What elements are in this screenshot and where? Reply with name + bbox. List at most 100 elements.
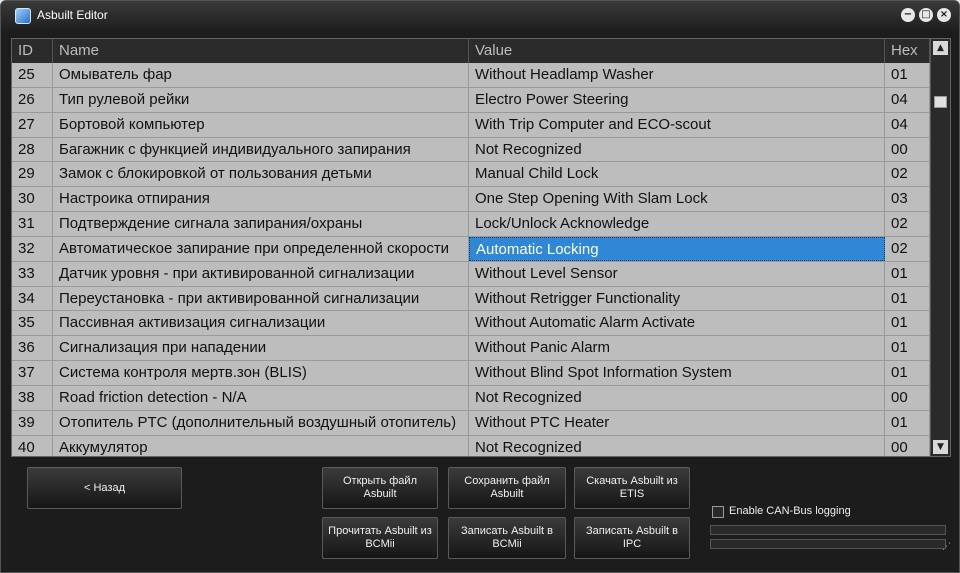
table-row[interactable]: 36 Сигнализация при нападении Without Pani… [12, 336, 930, 362]
scroll-thumb[interactable] [934, 96, 947, 108]
header-hex[interactable]: Hex [885, 39, 930, 63]
cell-hex[interactable]: 02 [885, 236, 930, 261]
cell-value[interactable]: Without Level Sensor [469, 261, 885, 286]
cell-value[interactable]: Without Retrigger Functionality [469, 286, 885, 311]
cell-id[interactable]: 26 [12, 87, 53, 112]
cell-id[interactable]: 27 [12, 112, 53, 137]
back-button[interactable]: < Назад [27, 467, 182, 509]
cell-name[interactable]: Багажник с функцией индивидуального запи… [53, 137, 469, 162]
header-value[interactable]: Value [469, 39, 885, 63]
cell-id[interactable]: 35 [12, 311, 53, 336]
cell-hex[interactable]: 00 [885, 385, 930, 410]
header-name[interactable]: Name [53, 39, 469, 63]
cell-value[interactable]: Not Recognized [469, 137, 885, 162]
cell-id[interactable]: 25 [12, 63, 53, 87]
minimize-icon[interactable]: − [901, 8, 915, 22]
cell-name[interactable]: Сигнализация при нападении [53, 336, 469, 361]
cell-value[interactable]: Without PTC Heater [469, 410, 885, 435]
cell-name[interactable]: Road friction detection - N/A [53, 385, 469, 410]
cell-id[interactable]: 40 [12, 435, 53, 456]
cell-value[interactable]: One Step Opening With Slam Lock [469, 187, 885, 212]
table-row[interactable]: 34 Переустановка - при активированной сиг… [12, 286, 930, 312]
cell-value[interactable]: Not Recognized [469, 435, 885, 456]
cell-value[interactable]: Electro Power Steering [469, 87, 885, 112]
read-bcmii-button[interactable]: Прочитать Asbuilt из BCMii [322, 517, 438, 559]
cell-id[interactable]: 34 [12, 286, 53, 311]
cell-id[interactable]: 38 [12, 385, 53, 410]
cell-hex[interactable]: 04 [885, 112, 930, 137]
cell-id[interactable]: 28 [12, 137, 53, 162]
cell-name[interactable]: Переустановка - при активированной сигна… [53, 286, 469, 311]
title-bar[interactable]: Asbuilt Editor − □ × [1, 1, 959, 31]
cell-name[interactable]: Настроика отпирания [53, 187, 469, 212]
table-row[interactable]: 39 Отопитель PTC (дополнительный воздушны… [12, 410, 930, 436]
cell-name[interactable]: Тип рулевой рейки [53, 87, 469, 112]
table-row[interactable]: 35 Пассивная активизация сигнализации With… [12, 311, 930, 337]
cell-value[interactable]: Manual Child Lock [469, 162, 885, 187]
cell-value[interactable]: Without Blind Spot Information System [469, 361, 885, 385]
cell-hex[interactable]: 01 [885, 311, 930, 336]
cell-name[interactable]: Датчик уровня - при активированной сигна… [53, 261, 469, 286]
cell-value[interactable]: Lock/Unlock Acknowledge [469, 212, 885, 236]
cell-hex[interactable]: 04 [885, 87, 930, 112]
download-etis-button[interactable]: Скачать Asbuilt из ETIS [574, 467, 690, 509]
resize-grip-icon[interactable]: ⋰ [942, 542, 951, 552]
table-row[interactable]: 30 Настроика отпирания One Step Opening Wi… [12, 187, 930, 213]
vertical-scrollbar[interactable]: ▲ ▼ [930, 39, 950, 456]
cell-name[interactable]: Пассивная активизация сигнализации [53, 311, 469, 336]
cell-name[interactable]: Отопитель PTC (дополнительный воздушный … [53, 410, 469, 435]
table-row[interactable]: 38 Road friction detection - N/A Not Recog… [12, 385, 930, 411]
cell-name[interactable]: Бортовой компьютер [53, 112, 469, 137]
table-row[interactable]: 29 Замок с блокировкой от пользования дет… [12, 162, 930, 188]
save-file-button[interactable]: Сохранить файл Asbuilt [448, 467, 566, 509]
cell-name[interactable]: Подтверждение сигнала запирания/охраны [53, 212, 469, 236]
table-row[interactable]: 26 Тип рулевой рейки Electro Power Steerin… [12, 87, 930, 113]
cell-hex[interactable]: 02 [885, 212, 930, 236]
cell-hex[interactable]: 01 [885, 63, 930, 87]
cell-name[interactable]: Автоматическое запирание при определенно… [53, 236, 469, 261]
scroll-down-icon[interactable]: ▼ [933, 440, 948, 454]
cell-id[interactable]: 39 [12, 410, 53, 435]
table-row[interactable]: 33 Датчик уровня - при активированной сиг… [12, 261, 930, 287]
cell-hex[interactable]: 01 [885, 336, 930, 361]
scroll-up-icon[interactable]: ▲ [933, 41, 948, 55]
maximize-icon[interactable]: □ [919, 8, 933, 22]
can-logging-checkbox[interactable] [712, 506, 724, 518]
write-bcmii-button[interactable]: Записать Asbuilt в BCMii [448, 517, 566, 559]
cell-id[interactable]: 29 [12, 162, 53, 187]
cell-id[interactable]: 30 [12, 187, 53, 212]
table-row[interactable]: 28 Багажник с функцией индивидуального за… [12, 137, 930, 163]
cell-hex[interactable]: 00 [885, 435, 930, 456]
cell-hex[interactable]: 01 [885, 410, 930, 435]
cell-value[interactable]: Automatic Locking [469, 236, 885, 261]
cell-id[interactable]: 37 [12, 361, 53, 385]
table-row[interactable]: 32 Автоматическое запирание при определен… [12, 236, 930, 262]
cell-hex[interactable]: 02 [885, 162, 930, 187]
cell-id[interactable]: 33 [12, 261, 53, 286]
cell-hex[interactable]: 03 [885, 187, 930, 212]
table-row[interactable]: 37 Система контроля мертв.зон (BLIS) Witho… [12, 361, 930, 386]
cell-hex[interactable]: 01 [885, 261, 930, 286]
cell-id[interactable]: 31 [12, 212, 53, 236]
cell-name[interactable]: Замок с блокировкой от пользования детьм… [53, 162, 469, 187]
write-ipc-button[interactable]: Записать Asbuilt в IPC [574, 517, 690, 559]
cell-id[interactable]: 32 [12, 236, 53, 261]
header-id[interactable]: ID [12, 39, 53, 63]
cell-value[interactable]: Without Automatic Alarm Activate [469, 311, 885, 336]
table-row[interactable]: 25 Омыватель фар Without Headlamp Washer 01 [12, 63, 930, 88]
cell-name[interactable]: Омыватель фар [53, 63, 469, 87]
open-file-button[interactable]: Открыть файл Asbuilt [322, 467, 438, 509]
close-icon[interactable]: × [937, 8, 951, 22]
cell-name[interactable]: Аккумулятор [53, 435, 469, 456]
cell-value[interactable]: With Trip Computer and ECO-scout [469, 112, 885, 137]
cell-hex[interactable]: 01 [885, 286, 930, 311]
cell-value[interactable]: Not Recognized [469, 385, 885, 410]
table-row[interactable]: 40 Аккумулятор Not Recognized 00 [12, 435, 930, 456]
table-row[interactable]: 31 Подтверждение сигнала запирания/охраны… [12, 212, 930, 237]
cell-value[interactable]: Without Headlamp Washer [469, 63, 885, 87]
cell-id[interactable]: 36 [12, 336, 53, 361]
cell-hex[interactable]: 00 [885, 137, 930, 162]
table-row[interactable]: 27 Бортовой компьютер With Trip Computer a… [12, 112, 930, 138]
cell-name[interactable]: Система контроля мертв.зон (BLIS) [53, 361, 469, 385]
cell-hex[interactable]: 01 [885, 361, 930, 385]
